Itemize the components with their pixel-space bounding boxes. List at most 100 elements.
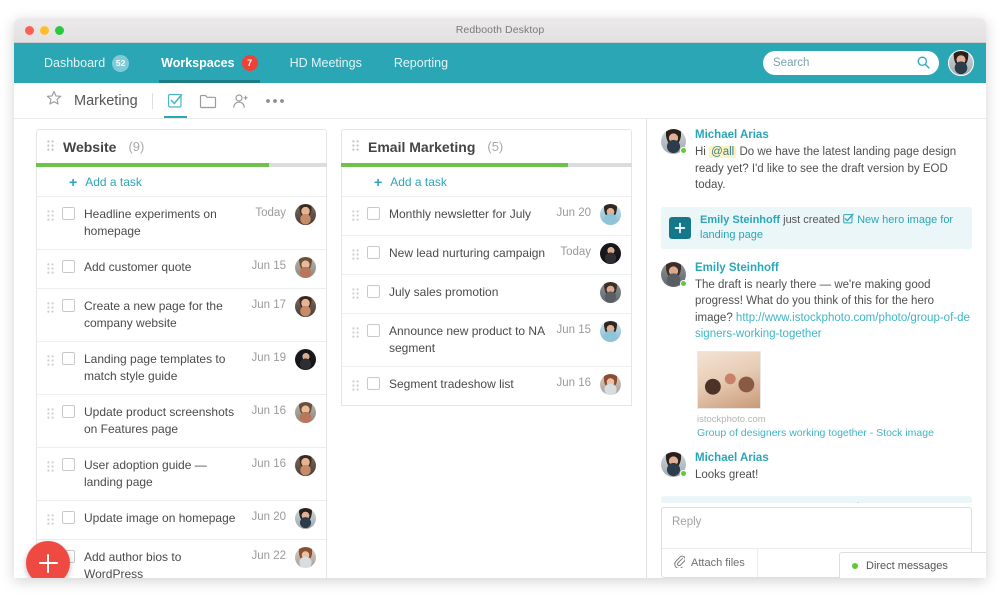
task-due-date: Today <box>255 207 286 219</box>
drag-handle-icon[interactable] <box>352 323 366 343</box>
drag-handle-icon[interactable] <box>352 284 366 304</box>
table-row[interactable]: Update image on homepage Jun 20 <box>37 501 326 540</box>
reply-input[interactable]: Reply <box>662 508 971 548</box>
task-assignee-avatar[interactable] <box>295 349 316 370</box>
paperclip-icon <box>674 555 686 571</box>
search-input[interactable] <box>773 57 913 69</box>
task-checkbox[interactable] <box>62 260 75 273</box>
chat-message: Emily Steinhoff The draft is nearly there… <box>661 261 972 439</box>
message-author[interactable]: Michael Arias <box>695 129 972 141</box>
attach-files-button[interactable]: Attach files <box>662 549 758 577</box>
table-row[interactable]: Announce new product to NA segment Jun 15 <box>342 314 631 367</box>
avatar[interactable] <box>661 261 687 287</box>
table-row[interactable]: July sales promotion <box>342 275 631 314</box>
activity-event[interactable]: Emily Steinhoff just created New hero im… <box>661 206 972 249</box>
activity-panel: Michael Arias Hi @all Do we have the late… <box>646 119 986 578</box>
task-checkbox[interactable] <box>367 246 380 259</box>
task-assignee-avatar[interactable] <box>295 204 316 225</box>
task-checkbox[interactable] <box>367 285 380 298</box>
people-icon[interactable] <box>232 83 250 118</box>
link-preview-card[interactable]: istockphoto.com Group of designers workin… <box>695 350 972 439</box>
task-checkbox[interactable] <box>62 405 75 418</box>
message-author[interactable]: Michael Arias <box>695 452 972 464</box>
table-row[interactable]: Add author bios to WordPress Jun 22 <box>37 540 326 578</box>
drag-handle-icon[interactable] <box>47 351 61 371</box>
search-box[interactable] <box>763 51 939 75</box>
more-icon[interactable] <box>265 83 285 118</box>
message-author[interactable]: Emily Steinhoff <box>695 262 972 274</box>
activity-feed: Michael Arias Hi @all Do we have the late… <box>647 119 986 503</box>
task-assignee-avatar[interactable] <box>295 402 316 423</box>
mention-tag[interactable]: @all <box>709 146 737 158</box>
table-row[interactable]: Headline experiments on homepage Today <box>37 197 326 250</box>
task-checkbox[interactable] <box>62 458 75 471</box>
table-row[interactable]: Landing page templates to match style gu… <box>37 342 326 395</box>
table-row[interactable]: Create a new page for the company websit… <box>37 289 326 342</box>
plus-icon <box>669 216 691 239</box>
task-due-date: Jun 15 <box>556 324 591 336</box>
files-icon[interactable] <box>199 83 217 118</box>
drag-handle-icon[interactable] <box>352 245 366 265</box>
column-count: (9) <box>128 139 145 154</box>
drag-handle-icon[interactable] <box>47 138 54 156</box>
nav-item-workspaces[interactable]: Workspaces 7 <box>145 43 273 83</box>
table-row[interactable]: New lead nurturing campaign Today <box>342 236 631 275</box>
event-actor[interactable]: Emily Steinhoff <box>700 214 780 226</box>
drag-handle-icon[interactable] <box>47 510 61 530</box>
add-task-button[interactable]: + Add a task <box>342 167 631 197</box>
search-icon[interactable] <box>917 56 930 74</box>
add-task-button[interactable]: + Add a task <box>37 167 326 197</box>
drag-handle-icon[interactable] <box>47 259 61 279</box>
task-checkbox[interactable] <box>367 324 380 337</box>
direct-messages-bar[interactable]: Direct messages <box>839 552 986 578</box>
nav-item-dashboard[interactable]: Dashboard 52 <box>28 43 145 83</box>
table-row[interactable]: Add customer quote Jun 15 <box>37 250 326 289</box>
event-task-check-icon <box>843 213 854 226</box>
task-checkbox[interactable] <box>62 207 75 220</box>
nav-right-group <box>763 50 974 76</box>
task-assignee-avatar[interactable] <box>600 321 621 342</box>
star-icon[interactable] <box>46 90 62 111</box>
avatar[interactable] <box>661 129 687 154</box>
nav-item-reporting[interactable]: Reporting <box>378 43 464 83</box>
table-row[interactable]: Update product screenshots on Features p… <box>37 395 326 448</box>
link-preview-title[interactable]: Group of designers working together - St… <box>697 427 972 439</box>
nav-item-hd-meetings[interactable]: HD Meetings <box>274 43 378 83</box>
link-preview-thumbnail <box>697 350 761 409</box>
task-assignee-avatar[interactable] <box>295 296 316 317</box>
table-row[interactable]: User adoption guide — landing page Jun 16 <box>37 448 326 501</box>
plus-icon: + <box>69 173 78 190</box>
drag-handle-icon[interactable] <box>47 298 61 318</box>
task-assignee-avatar[interactable] <box>600 374 621 395</box>
task-assignee-avatar[interactable] <box>295 547 316 568</box>
task-checkbox[interactable] <box>62 299 75 312</box>
drag-handle-icon[interactable] <box>47 206 61 226</box>
message-link[interactable]: http://www.istockphoto.com/photo/group-o… <box>695 312 970 341</box>
tasks-icon[interactable] <box>163 83 187 118</box>
avatar[interactable] <box>661 451 687 477</box>
task-checkbox[interactable] <box>62 511 75 524</box>
drag-handle-icon[interactable] <box>352 138 359 156</box>
activity-event[interactable]: Emily Steinhoff just resolved New hero i… <box>661 496 972 503</box>
add-button-fab[interactable] <box>26 541 70 578</box>
drag-handle-icon[interactable] <box>47 404 61 424</box>
task-name: Segment tradeshow list <box>389 377 514 391</box>
table-row[interactable]: Monthly newsletter for July Jun 20 <box>342 197 631 236</box>
task-assignee-avatar[interactable] <box>295 508 316 529</box>
drag-handle-icon[interactable] <box>47 457 61 477</box>
drag-handle-icon[interactable] <box>352 376 366 396</box>
online-status-icon <box>680 279 687 287</box>
task-checkbox[interactable] <box>62 352 75 365</box>
task-due-date: Today <box>560 246 591 258</box>
user-avatar[interactable] <box>948 50 974 76</box>
table-row[interactable]: Segment tradeshow list Jun 16 <box>342 367 631 405</box>
nav-label-reporting: Reporting <box>393 56 449 70</box>
task-assignee-avatar[interactable] <box>600 204 621 225</box>
drag-handle-icon[interactable] <box>352 206 366 226</box>
task-assignee-avatar[interactable] <box>600 282 621 303</box>
task-assignee-avatar[interactable] <box>600 243 621 264</box>
task-assignee-avatar[interactable] <box>295 257 316 278</box>
task-assignee-avatar[interactable] <box>295 455 316 476</box>
task-checkbox[interactable] <box>367 207 380 220</box>
task-checkbox[interactable] <box>367 377 380 390</box>
